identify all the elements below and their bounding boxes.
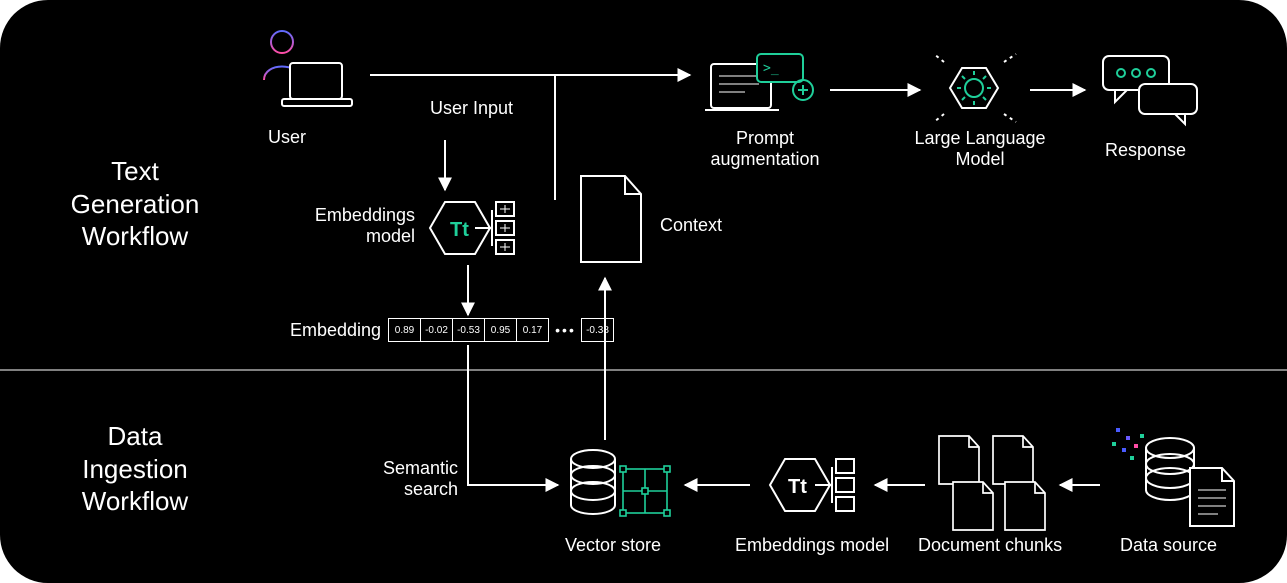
embeddings-model-bottom-icon: Tt	[760, 445, 860, 530]
document-chunks-label: Document chunks	[918, 535, 1062, 556]
svg-text:Tt: Tt	[788, 476, 807, 498]
vector-store-label: Vector store	[565, 535, 661, 556]
embeddings-model-top-icon: Tt	[420, 188, 520, 273]
context-label: Context	[660, 215, 722, 236]
embedding-vector: 0.89 -0.02 -0.53 0.95 0.17 ••• -0.38	[388, 318, 614, 342]
response-label: Response	[1105, 140, 1186, 161]
user-label: User	[268, 127, 306, 148]
embeddings-model-top-label: Embeddings model	[300, 205, 415, 246]
user-icon	[260, 28, 355, 123]
llm-icon	[930, 48, 1025, 131]
embeddings-model-bottom-label: Embeddings model	[735, 535, 889, 556]
embedding-cell: -0.53	[452, 318, 485, 342]
diagram-root: Text Generation Workflow Data Ingestion …	[0, 0, 1287, 583]
embedding-cell: -0.02	[420, 318, 453, 342]
embedding-label: Embedding	[290, 320, 381, 341]
embedding-cell: 0.17	[516, 318, 549, 342]
svg-text:>_: >_	[763, 61, 779, 76]
section-label-bottom: Data Ingestion Workflow	[50, 420, 220, 518]
semantic-search-label: Semantic search	[348, 458, 458, 499]
embedding-cell: 0.89	[388, 318, 421, 342]
response-icon	[1095, 50, 1205, 133]
embedding-ellipsis: •••	[549, 318, 582, 342]
section-label-top: Text Generation Workflow	[50, 155, 220, 253]
prompt-aug-icon: >_	[705, 50, 815, 127]
user-input-label: User Input	[430, 98, 513, 119]
data-source-label: Data source	[1120, 535, 1217, 556]
embedding-cell: -0.38	[581, 318, 614, 342]
context-doc-icon	[575, 172, 647, 272]
svg-text:Tt: Tt	[450, 219, 469, 241]
vector-store-icon	[565, 445, 675, 530]
embedding-cell: 0.95	[484, 318, 517, 342]
data-source-icon	[1110, 420, 1240, 535]
prompt-aug-label: Prompt augmentation	[700, 128, 830, 169]
document-chunks-icon	[935, 432, 1055, 537]
llm-label: Large Language Model	[905, 128, 1055, 169]
